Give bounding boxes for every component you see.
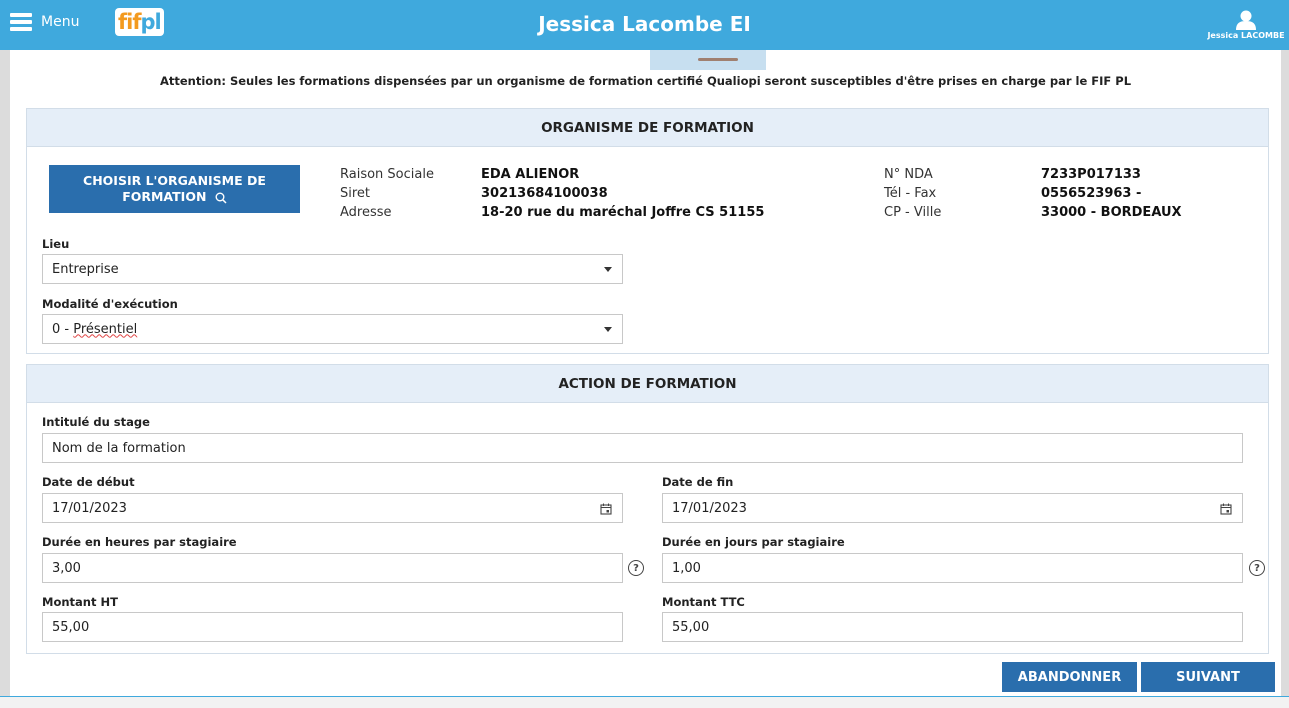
menu-button[interactable]: Menu bbox=[10, 13, 79, 31]
date-fin-input[interactable]: 17/01/2023 bbox=[662, 493, 1243, 523]
modalite-label: Modalité d'exécution bbox=[42, 297, 178, 311]
montant-ttc-label: Montant TTC bbox=[662, 595, 745, 609]
action-section: ACTION DE FORMATION Intitulé du stage No… bbox=[26, 364, 1269, 654]
logo-text-part1: fif bbox=[118, 9, 142, 34]
qualiopi-notice: Attention: Seules les formations dispens… bbox=[159, 74, 1132, 88]
date-fin-value: 17/01/2023 bbox=[672, 500, 747, 516]
duree-heures-input[interactable]: 3,00 bbox=[42, 553, 623, 583]
help-icon[interactable]: ? bbox=[628, 560, 644, 576]
next-button[interactable]: SUIVANT bbox=[1141, 662, 1275, 692]
duree-heures-value: 3,00 bbox=[52, 560, 81, 576]
fifpl-logo[interactable]: fif pl bbox=[115, 8, 164, 36]
raison-sociale-value: EDA ALIENOR bbox=[481, 167, 580, 182]
calendar-icon[interactable] bbox=[600, 503, 612, 515]
choose-organisme-button[interactable]: CHOISIR L'ORGANISME DE FORMATION bbox=[49, 165, 300, 213]
dropdown-caret-icon bbox=[604, 267, 612, 272]
help-icon[interactable]: ? bbox=[1249, 560, 1265, 576]
cp-ville-label: CP - Ville bbox=[884, 205, 942, 220]
lieu-select[interactable]: Entreprise bbox=[42, 254, 623, 284]
date-debut-label: Date de début bbox=[42, 475, 135, 489]
user-name: Jessica LACOMBE bbox=[1207, 31, 1285, 40]
modalite-value: 0 - Présentiel bbox=[52, 321, 138, 337]
menu-label: Menu bbox=[41, 14, 80, 30]
bottom-bar bbox=[0, 697, 1289, 708]
date-debut-input[interactable]: 17/01/2023 bbox=[42, 493, 623, 523]
montant-ht-input[interactable]: 55,00 bbox=[42, 612, 623, 642]
lieu-value: Entreprise bbox=[52, 261, 119, 277]
intitule-label: Intitulé du stage bbox=[42, 415, 150, 429]
duree-jours-label: Durée en jours par stagiaire bbox=[662, 535, 845, 549]
tel-fax-value: 0556523963 - bbox=[1041, 186, 1142, 201]
nda-label: N° NDA bbox=[884, 167, 933, 182]
siret-label: Siret bbox=[340, 186, 371, 201]
top-bar: Menu fif pl Jessica Lacombe EI Jessica LA… bbox=[0, 0, 1289, 50]
adresse-value: 18-20 rue du maréchal Joffre CS 51155 bbox=[481, 205, 765, 220]
tel-fax-label: Tél - Fax bbox=[884, 186, 937, 201]
montant-ttc-input[interactable]: 55,00 bbox=[662, 612, 1243, 642]
montant-ht-label: Montant HT bbox=[42, 595, 118, 609]
intitule-input[interactable]: Nom de la formation bbox=[42, 433, 1243, 463]
calendar-icon[interactable] bbox=[1220, 503, 1232, 515]
duree-jours-input[interactable]: 1,00 bbox=[662, 553, 1243, 583]
main-page: Attention: Seules les formations dispens… bbox=[10, 50, 1281, 696]
siret-value: 30213684100038 bbox=[481, 186, 608, 201]
duree-jours-value: 1,00 bbox=[672, 560, 701, 576]
date-fin-label: Date de fin bbox=[662, 475, 734, 489]
logo-text-part2: pl bbox=[140, 9, 161, 34]
organisme-section: ORGANISME DE FORMATION CHOISIR L'ORGANIS… bbox=[26, 108, 1269, 354]
dropdown-caret-icon bbox=[604, 327, 612, 332]
montant-ht-value: 55,00 bbox=[52, 619, 90, 635]
choose-button-line2: FORMATION bbox=[122, 189, 207, 204]
abandon-button[interactable]: ABANDONNER bbox=[1002, 662, 1137, 692]
raison-sociale-label: Raison Sociale bbox=[340, 167, 434, 182]
date-debut-value: 17/01/2023 bbox=[52, 500, 127, 516]
action-heading: ACTION DE FORMATION bbox=[27, 365, 1268, 403]
montant-ttc-value: 55,00 bbox=[672, 619, 710, 635]
search-icon bbox=[215, 192, 227, 204]
choose-button-line1: CHOISIR L'ORGANISME DE bbox=[83, 173, 266, 188]
user-account[interactable]: Jessica LACOMBE bbox=[1205, 10, 1287, 40]
page-title: Jessica Lacombe EI bbox=[538, 12, 751, 36]
intitule-value: Nom de la formation bbox=[52, 440, 186, 456]
lieu-label: Lieu bbox=[42, 237, 70, 251]
adresse-label: Adresse bbox=[340, 205, 392, 220]
cp-ville-value: 33000 - BORDEAUX bbox=[1041, 205, 1182, 220]
organisme-heading: ORGANISME DE FORMATION bbox=[27, 109, 1268, 147]
nda-value: 7233P017133 bbox=[1041, 167, 1141, 182]
banner-image bbox=[650, 50, 766, 70]
modalite-select[interactable]: 0 - Présentiel bbox=[42, 314, 623, 344]
user-icon bbox=[1236, 10, 1256, 30]
hamburger-icon bbox=[10, 13, 32, 31]
duree-heures-label: Durée en heures par stagiaire bbox=[42, 535, 237, 549]
